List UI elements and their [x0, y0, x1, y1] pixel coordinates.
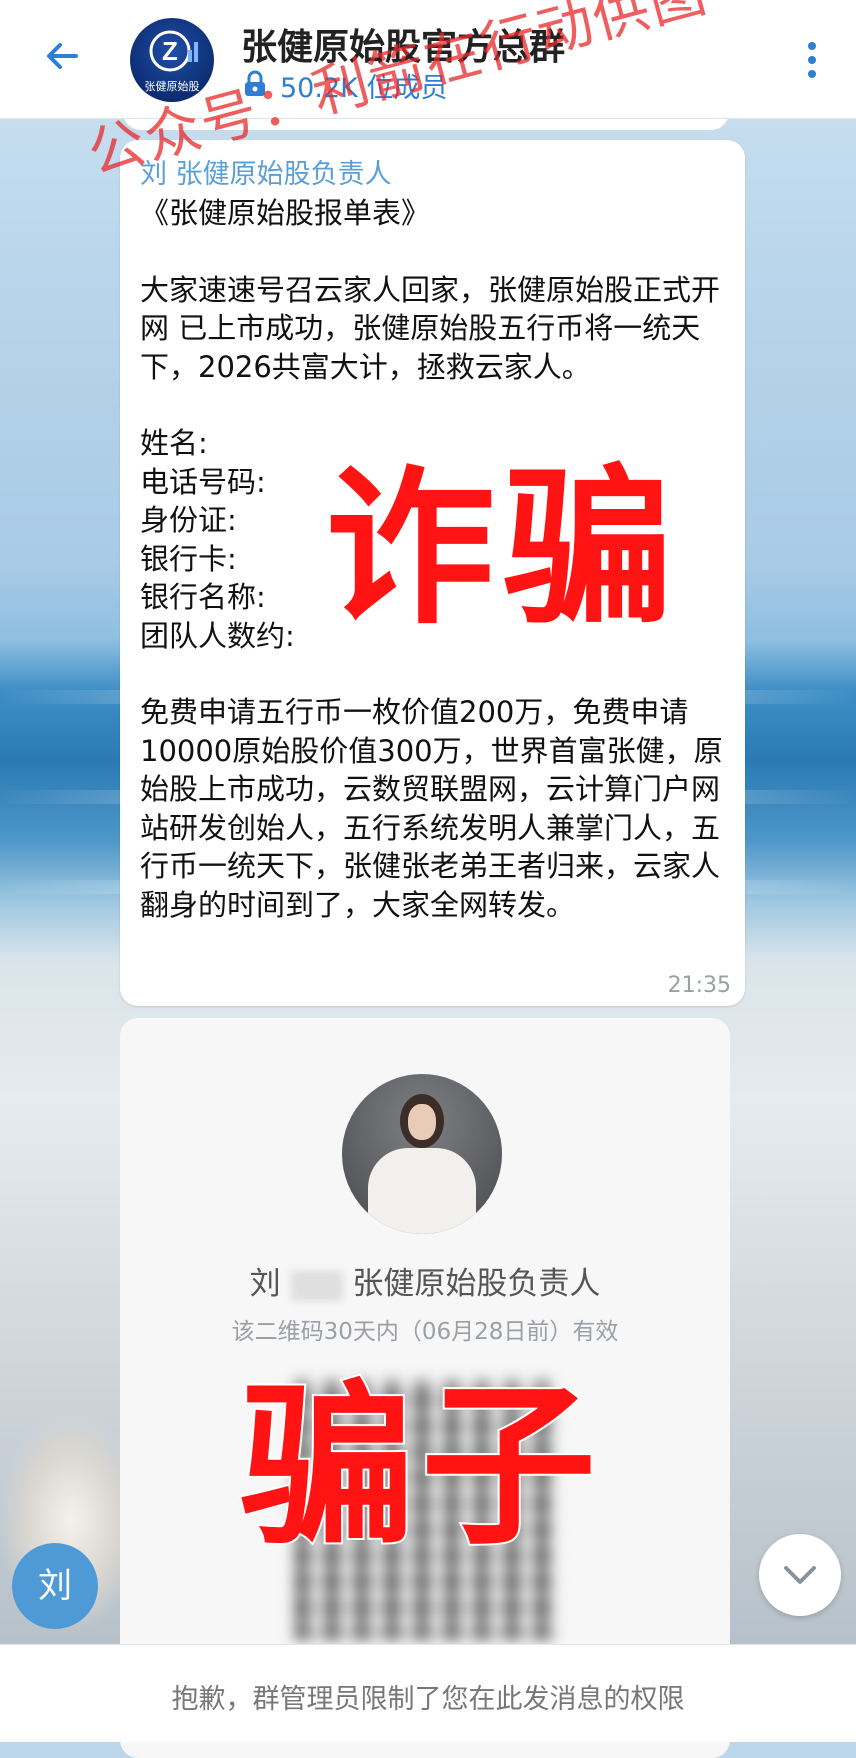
- input-bar: 抱歉，群管理员限制了您在此发消息的权限: [0, 1644, 856, 1742]
- message-title: 《张健原始股报单表》: [140, 196, 431, 230]
- photo-face: [408, 1104, 436, 1140]
- contact-name-prefix: 刘: [249, 1266, 281, 1302]
- scroll-to-bottom-button[interactable]: [759, 1534, 841, 1616]
- blurred-name: [290, 1270, 343, 1301]
- more-options-icon[interactable]: [800, 40, 824, 80]
- scammer-label: 骗子: [238, 1364, 602, 1571]
- back-arrow-icon[interactable]: [40, 34, 84, 78]
- chevron-down-icon: [784, 1566, 816, 1584]
- contact-photo[interactable]: [342, 1074, 502, 1234]
- photo-body: [368, 1148, 476, 1234]
- contact-name: 刘 张健原始股负责人: [120, 1258, 730, 1303]
- restricted-notice: 抱歉，群管理员限制了您在此发消息的权限: [171, 1684, 685, 1715]
- svg-text:Z: Z: [162, 36, 178, 66]
- sender-avatar[interactable]: 刘: [12, 1543, 98, 1629]
- message-paragraph: 大家速速号召云家人回家，张健原始股正式开网 已上市成功，张健原始股五行币将一统天…: [140, 272, 721, 384]
- contact-name-suffix: 张健原始股负责人: [352, 1266, 601, 1302]
- fraud-label: 诈骗: [323, 448, 682, 650]
- message-timestamp: 21:35: [667, 973, 731, 998]
- message-paragraph: 免费申请五行币一枚价值200万，免费申请10000原始股价值300万，世界首富张…: [140, 695, 723, 922]
- group-logo-icon: Z: [149, 30, 198, 72]
